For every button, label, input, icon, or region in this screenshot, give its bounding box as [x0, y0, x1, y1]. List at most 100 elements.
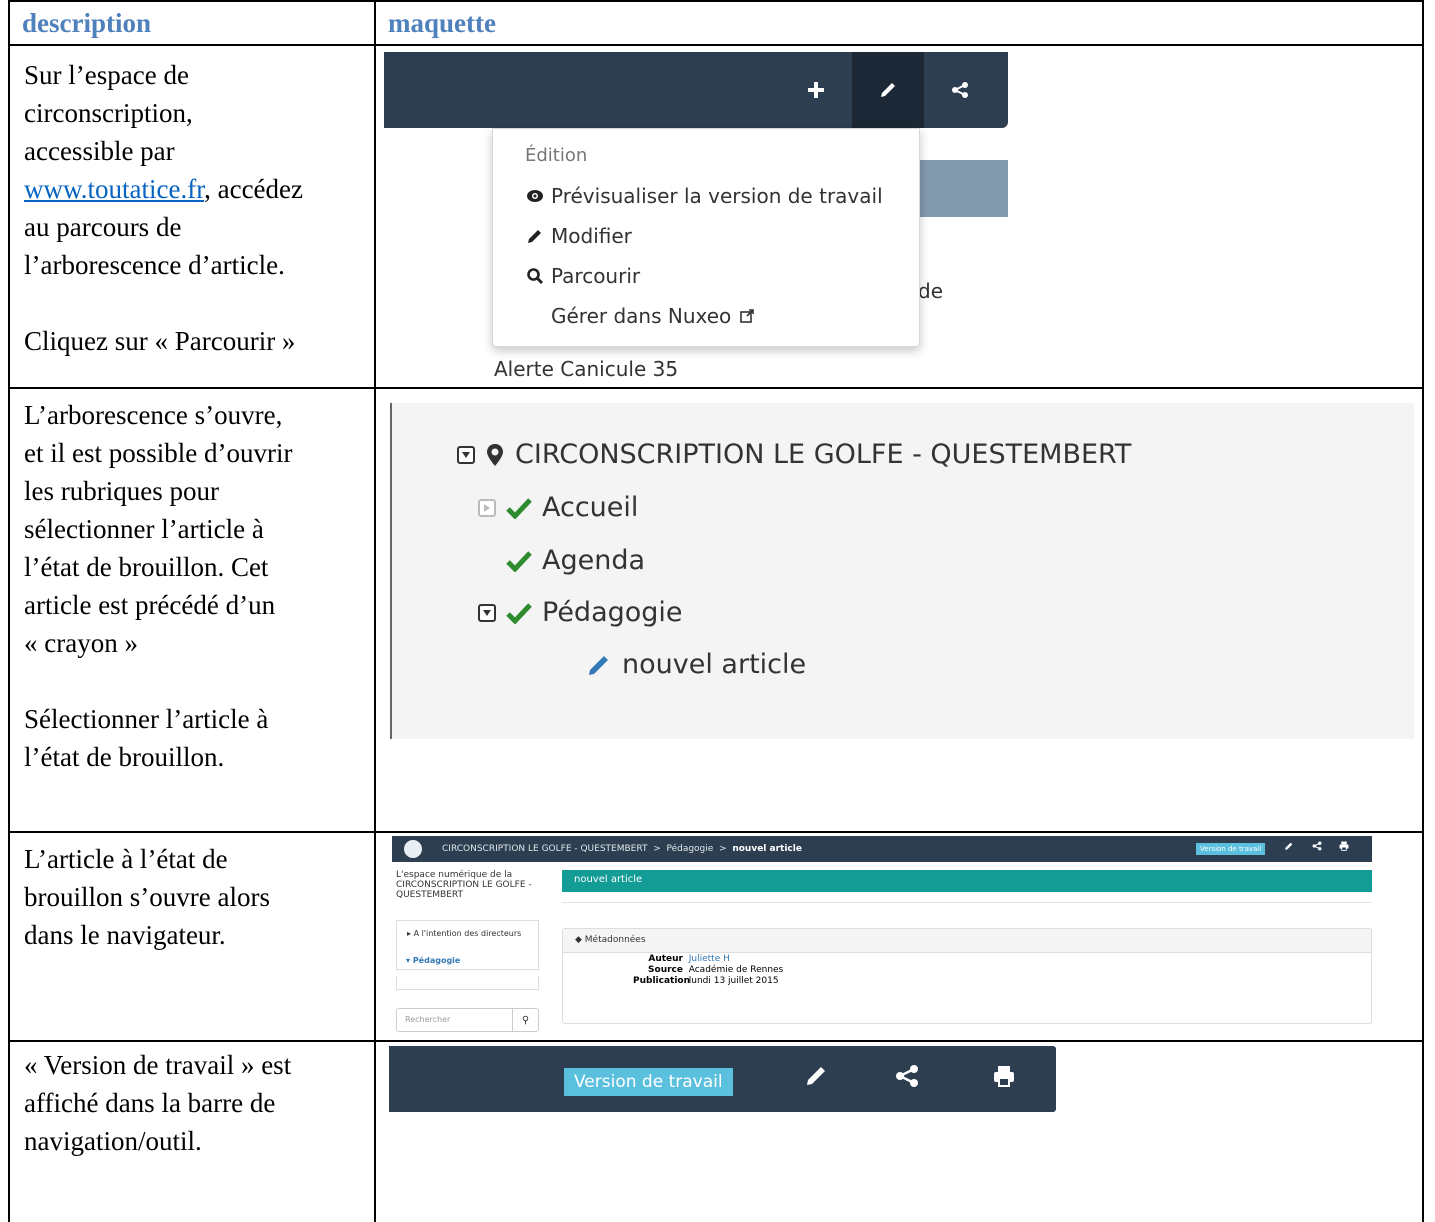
work-version-badge: Version de travail [564, 1068, 733, 1096]
text-line: L’arborescence s’ouvre, [24, 400, 283, 430]
search-input[interactable]: Rechercher ⚲ [396, 1008, 539, 1032]
side-nav-item-active[interactable]: ▾ Pédagogie [406, 956, 460, 966]
check-icon [506, 550, 532, 572]
row2-description: L’arborescence s’ouvre, et il est possib… [24, 396, 374, 776]
expand-toggle-icon[interactable] [478, 498, 496, 517]
text-line: navigation/outil. [24, 1126, 202, 1156]
share-icon [952, 82, 968, 98]
work-version-badge: Version de travail [1196, 843, 1266, 855]
text-line-action: Sélectionner l’article à [24, 704, 269, 734]
text-line: l’état de brouillon. Cet [24, 552, 269, 582]
breadcrumb-separator: > [719, 844, 727, 854]
side-nav-item[interactable]: ▸ A l'intention des directeurs [407, 929, 521, 939]
breadcrumb-separator: > [653, 844, 661, 854]
mockup-edit-menu: de Alerte Canicule 35 Édition Prévisuali… [384, 52, 1024, 387]
breadcrumb-item[interactable]: CIRCONSCRIPTION LE GOLFE - QUESTEMBERT [442, 844, 647, 854]
share-icon[interactable] [1312, 841, 1322, 851]
print-icon[interactable] [1339, 841, 1349, 851]
text-line: au parcours de [24, 212, 182, 242]
tree-node-label: Agenda [542, 545, 646, 576]
tree-node-label: Pédagogie [542, 597, 683, 628]
mockup-article-page-lower: ▾ Pédagogie Rechercher ⚲ Auteur Juliette… [384, 954, 1379, 1036]
pencil-icon[interactable] [804, 1064, 828, 1088]
menu-item-label: Prévisualiser la version de travail [551, 184, 883, 208]
search-button[interactable]: ⚲ [512, 1009, 538, 1031]
side-nav-lower [396, 976, 539, 990]
metadata-value-author[interactable]: Juliette H [689, 954, 730, 964]
side-nav-label: Pédagogie [412, 956, 461, 965]
tree-node-label: nouvel article [622, 649, 807, 680]
menu-item-modify[interactable]: Modifier [525, 224, 632, 248]
collapse-toggle-icon[interactable] [478, 603, 496, 622]
text-line: et il est possible d’ouvrir [24, 438, 293, 468]
table-border-right [1422, 0, 1424, 1222]
toutatice-link[interactable]: www.toutatice.fr [24, 174, 204, 204]
table-border-middle [374, 0, 376, 1222]
external-link-icon [737, 306, 757, 326]
check-icon [506, 602, 532, 624]
mockup-article-page: CIRCONSCRIPTION LE GOLFE - QUESTEMBERT >… [384, 836, 1379, 976]
mockup-work-version-toolbar: Version de travail [389, 1046, 1056, 1112]
background-text-bottom: Alerte Canicule 35 [494, 357, 679, 381]
text-line: affiché dans la barre de [24, 1088, 276, 1118]
share-icon[interactable] [895, 1064, 919, 1088]
pencil-icon [881, 83, 895, 97]
globe-icon[interactable] [404, 840, 422, 858]
mockup-tree: CIRCONSCRIPTION LE GOLFE - QUESTEMBERT A… [390, 403, 1414, 739]
breadcrumb-item[interactable]: Pédagogie [666, 844, 713, 854]
metadata-body: Auteur Juliette H Source Académie de Ren… [562, 954, 1372, 1024]
metadata-row: Source Académie de Rennes [633, 965, 783, 976]
tree-node-agenda[interactable]: Agenda [506, 545, 645, 576]
share-button[interactable] [924, 52, 996, 128]
text-line: « crayon » [24, 628, 138, 658]
table-border-top [8, 0, 1424, 2]
metadata-key: Source [648, 965, 683, 975]
tree-node-label: Accueil [542, 492, 639, 523]
text-line: Sur l’espace de [24, 60, 189, 90]
add-button[interactable] [780, 52, 852, 128]
menu-item-browse[interactable]: Parcourir [525, 264, 640, 288]
search-placeholder: Rechercher [405, 1015, 451, 1024]
menu-item-label: Parcourir [551, 264, 641, 288]
metadata-value: lundi 13 juillet 2015 [688, 976, 779, 986]
tree-node-nouvel-article[interactable]: nouvel article [586, 649, 806, 680]
metadata-list: Auteur Juliette H Source Académie de Ren… [633, 954, 783, 987]
text-line: article est précédé d’un [24, 590, 276, 620]
text-line: circonscription, [24, 98, 193, 128]
eye-icon [525, 186, 545, 206]
search-icon [525, 266, 545, 286]
table-border-left [8, 0, 10, 1222]
metadata-value: Académie de Rennes [688, 965, 784, 975]
menu-item-nuxeo[interactable]: Gérer dans Nuxeo [551, 304, 757, 328]
collapse-toggle-icon[interactable] [457, 445, 475, 464]
tree-node-pedagogie[interactable]: Pédagogie [478, 597, 683, 628]
text-line: L’article à l’état de [24, 844, 228, 874]
pencil-icon[interactable] [1284, 841, 1294, 851]
check-icon [506, 497, 532, 519]
plus-icon [808, 82, 824, 98]
table-border-row3 [8, 1040, 1424, 1042]
breadcrumb: CIRCONSCRIPTION LE GOLFE - QUESTEMBERT >… [442, 844, 802, 854]
metadata-row: Publication lundi 13 juillet 2015 [633, 976, 783, 987]
text-line: accessible par [24, 136, 175, 166]
text-line-action: Cliquez sur « Parcourir » [24, 326, 296, 356]
pencil-icon [525, 226, 545, 246]
header-maquette: maquette [388, 8, 496, 38]
tags-icon: ◆ [575, 935, 582, 945]
edition-dropdown: Édition Prévisualiser la version de trav… [492, 128, 920, 347]
text-line-action: l’état de brouillon. [24, 742, 225, 772]
row1-description: Sur l’espace de circonscription, accessi… [24, 56, 374, 360]
menu-item-preview[interactable]: Prévisualiser la version de travail [525, 184, 883, 208]
metadata-key: Auteur [648, 954, 683, 964]
menu-item-label: Modifier [551, 224, 632, 248]
edit-button[interactable] [852, 52, 924, 128]
text-line: l’arborescence d’article. [24, 250, 285, 280]
breadcrumb-current: nouvel article [732, 844, 802, 854]
map-marker-icon [487, 443, 503, 466]
print-icon[interactable] [992, 1064, 1016, 1088]
menu-item-label: Gérer dans Nuxeo [551, 304, 732, 328]
tree-node-accueil[interactable]: Accueil [478, 492, 638, 523]
background-block [912, 160, 1008, 217]
metadata-row: Auteur Juliette H [633, 954, 783, 965]
tree-root[interactable]: CIRCONSCRIPTION LE GOLFE - QUESTEMBERT [457, 439, 1131, 470]
